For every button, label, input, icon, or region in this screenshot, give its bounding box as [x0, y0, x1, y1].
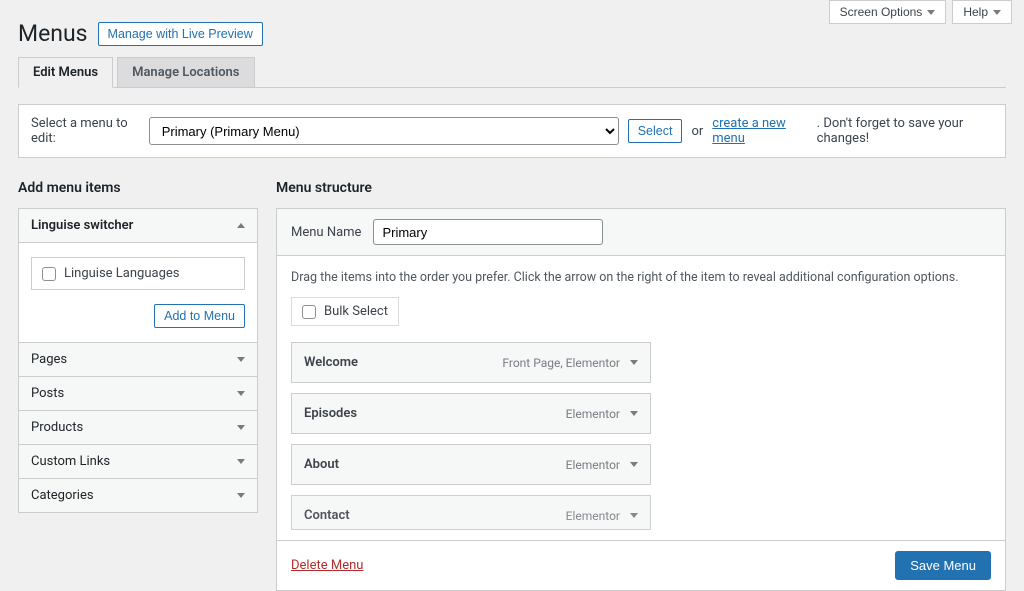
menu-item-meta: Elementor	[566, 458, 638, 472]
menu-panel-header: Menu Name	[277, 209, 1005, 256]
accordion-head-pages[interactable]: Pages	[19, 342, 257, 376]
caret-up-icon	[237, 223, 245, 228]
tabs: Edit Menus Manage Locations	[18, 57, 1006, 88]
menu-item-title: Contact	[304, 508, 350, 523]
caret-down-icon	[993, 10, 1001, 15]
accordion-head-custom-links[interactable]: Custom Links	[19, 444, 257, 478]
live-preview-button[interactable]: Manage with Live Preview	[98, 22, 263, 46]
accordion-label: Products	[31, 420, 83, 435]
accordion-body-linguise: Linguise Languages Add to Menu	[19, 242, 257, 342]
menu-item-meta: Elementor	[566, 407, 638, 421]
menu-panel-body: Drag the items into the order you prefer…	[277, 256, 1005, 540]
caret-down-icon	[237, 391, 245, 396]
accordion-head-products[interactable]: Products	[19, 410, 257, 444]
main-columns: Add menu items Linguise switcher Linguis…	[0, 158, 1024, 591]
tab-manage-locations[interactable]: Manage Locations	[117, 57, 254, 88]
or-text: or	[691, 124, 703, 139]
caret-down-icon	[237, 357, 245, 362]
caret-down-icon	[237, 425, 245, 430]
menu-item-title: Welcome	[304, 355, 358, 370]
menu-item[interactable]: Welcome Front Page, Elementor	[291, 342, 651, 383]
menu-item-title: Episodes	[304, 406, 357, 421]
menu-items-list: Welcome Front Page, Elementor Episodes E…	[291, 342, 651, 530]
menu-panel: Menu Name Drag the items into the order …	[276, 208, 1006, 591]
menu-item[interactable]: About Elementor	[291, 444, 651, 485]
menu-item-type: Front Page, Elementor	[502, 356, 620, 370]
select-menu-bar: Select a menu to edit: Primary (Primary …	[18, 104, 1006, 158]
menu-item-type: Elementor	[566, 458, 620, 472]
create-new-menu-link[interactable]: create a new menu	[712, 116, 807, 146]
add-items-heading: Add menu items	[18, 180, 258, 196]
linguise-languages-item[interactable]: Linguise Languages	[31, 257, 245, 290]
caret-down-icon[interactable]	[630, 360, 638, 365]
help-label: Help	[963, 5, 988, 19]
linguise-checkbox[interactable]	[42, 267, 56, 281]
accordion-head-categories[interactable]: Categories	[19, 478, 257, 512]
bulk-select-checkbox[interactable]	[302, 305, 316, 319]
menu-name-label: Menu Name	[291, 225, 361, 240]
accordion-label: Linguise switcher	[31, 218, 133, 233]
select-suffix: . Don't forget to save your changes!	[817, 116, 993, 146]
screen-options-button[interactable]: Screen Options	[829, 0, 947, 24]
menu-structure-heading: Menu structure	[276, 180, 1006, 196]
menu-item-meta: Elementor	[566, 509, 638, 523]
screen-options-label: Screen Options	[840, 5, 923, 19]
accordion-label: Pages	[31, 352, 67, 367]
accordion-head-posts[interactable]: Posts	[19, 376, 257, 410]
bulk-select-label: Bulk Select	[324, 304, 388, 319]
drag-hint: Drag the items into the order you prefer…	[291, 270, 991, 285]
menu-item-title: About	[304, 457, 339, 472]
menu-item-type: Elementor	[566, 509, 620, 523]
menu-item[interactable]: Contact Elementor	[291, 495, 651, 530]
menu-select[interactable]: Primary (Primary Menu)	[149, 117, 619, 145]
top-bar: Screen Options Help	[829, 0, 1012, 24]
caret-down-icon[interactable]	[630, 462, 638, 467]
caret-down-icon[interactable]	[630, 411, 638, 416]
accordion-footer: Add to Menu	[31, 304, 245, 328]
caret-down-icon	[237, 459, 245, 464]
help-button[interactable]: Help	[952, 0, 1012, 24]
accordion: Linguise switcher Linguise Languages Add…	[18, 208, 258, 513]
caret-down-icon	[237, 493, 245, 498]
select-menu-label: Select a menu to edit:	[31, 116, 140, 146]
accordion-label: Posts	[31, 386, 64, 401]
add-to-menu-button[interactable]: Add to Menu	[154, 304, 245, 328]
page-title: Menus	[18, 20, 88, 47]
menu-item-meta: Front Page, Elementor	[502, 356, 638, 370]
accordion-head-linguise[interactable]: Linguise switcher	[19, 209, 257, 242]
menu-item[interactable]: Episodes Elementor	[291, 393, 651, 434]
menu-panel-footer: Delete Menu Save Menu	[277, 540, 1005, 590]
save-menu-button[interactable]: Save Menu	[895, 551, 991, 580]
menu-item-type: Elementor	[566, 407, 620, 421]
menu-name-input[interactable]	[373, 219, 603, 245]
delete-menu-link[interactable]: Delete Menu	[291, 558, 363, 573]
bulk-select[interactable]: Bulk Select	[291, 297, 399, 326]
tab-edit-menus[interactable]: Edit Menus	[18, 57, 113, 88]
linguise-item-label: Linguise Languages	[64, 266, 180, 281]
add-menu-items-column: Add menu items Linguise switcher Linguis…	[18, 180, 258, 591]
caret-down-icon[interactable]	[630, 513, 638, 518]
caret-down-icon	[927, 10, 935, 15]
menu-structure-column: Menu structure Menu Name Drag the items …	[276, 180, 1006, 591]
accordion-label: Custom Links	[31, 454, 110, 469]
accordion-label: Categories	[31, 488, 94, 503]
select-button[interactable]: Select	[628, 119, 683, 143]
